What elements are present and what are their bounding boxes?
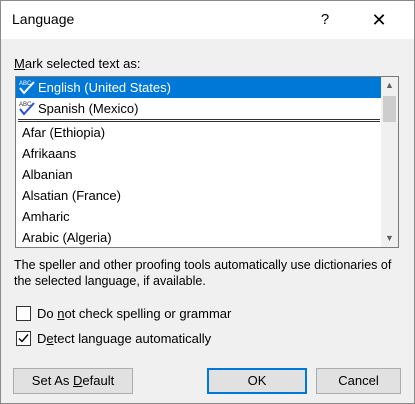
button-text: Set As <box>31 373 73 388</box>
button-accel: D <box>73 373 83 388</box>
list-item-spanish-mexico[interactable]: ABC Spanish (Mexico) <box>16 98 382 119</box>
label-part: ot check spelling or grammar <box>64 306 232 321</box>
label-part: Do <box>37 306 58 321</box>
scroll-thumb[interactable] <box>383 96 396 122</box>
list-item-label: Spanish (Mexico) <box>38 101 139 116</box>
list-item[interactable]: Arabic (Algeria) <box>16 227 382 247</box>
spell-check-icon: ABC <box>19 100 35 116</box>
proofing-description: The speller and other proofing tools aut… <box>14 258 392 288</box>
scroll-down-icon[interactable]: ▼ <box>381 230 398 247</box>
mark-label-accel: M <box>14 56 25 71</box>
list-item-label: English (United States) <box>38 80 171 95</box>
ok-button[interactable]: OK <box>207 368 307 394</box>
detect-language-label: Detect language automatically <box>37 331 211 347</box>
language-items: ABC English (United States) ABC Spanish … <box>16 77 382 247</box>
cancel-button[interactable]: Cancel <box>316 368 401 394</box>
label-part: tect language automatically <box>53 331 212 346</box>
list-item[interactable]: Amharic <box>16 206 382 227</box>
checkbox-unchecked[interactable] <box>16 306 31 321</box>
spell-check-icon: ABC <box>19 79 35 95</box>
label-part: D <box>37 331 47 346</box>
mark-label-rest: ark selected text as: <box>24 56 141 71</box>
checkbox-checked[interactable] <box>16 331 31 346</box>
language-dialog: Language ? ✕ Mark selected text as: ABC … <box>0 0 415 404</box>
list-item[interactable]: Alsatian (France) <box>16 185 382 206</box>
list-scrollbar[interactable]: ▲ ▼ <box>381 77 398 247</box>
checkmark-icon <box>18 334 29 343</box>
scroll-up-icon[interactable]: ▲ <box>381 77 398 94</box>
label-accel: e <box>46 331 54 346</box>
list-item[interactable]: Afar (Ethiopia) <box>16 122 382 143</box>
do-not-check-label: Do not check spelling or grammar <box>37 306 231 322</box>
language-listbox[interactable]: ABC English (United States) ABC Spanish … <box>15 76 399 248</box>
button-text: efault <box>82 373 115 388</box>
close-button[interactable]: ✕ <box>356 5 402 35</box>
list-item[interactable]: Albanian <box>16 164 382 185</box>
list-item[interactable]: Afrikaans <box>16 143 382 164</box>
help-button[interactable]: ? <box>303 5 347 35</box>
title-bar: Language ? ✕ <box>1 1 414 39</box>
set-as-default-button[interactable]: Set As Default <box>13 368 133 394</box>
dialog-title: Language <box>12 11 75 27</box>
mark-selected-text-label: Mark selected text as: <box>14 56 140 71</box>
list-item-english-us[interactable]: ABC English (United States) <box>16 77 382 98</box>
